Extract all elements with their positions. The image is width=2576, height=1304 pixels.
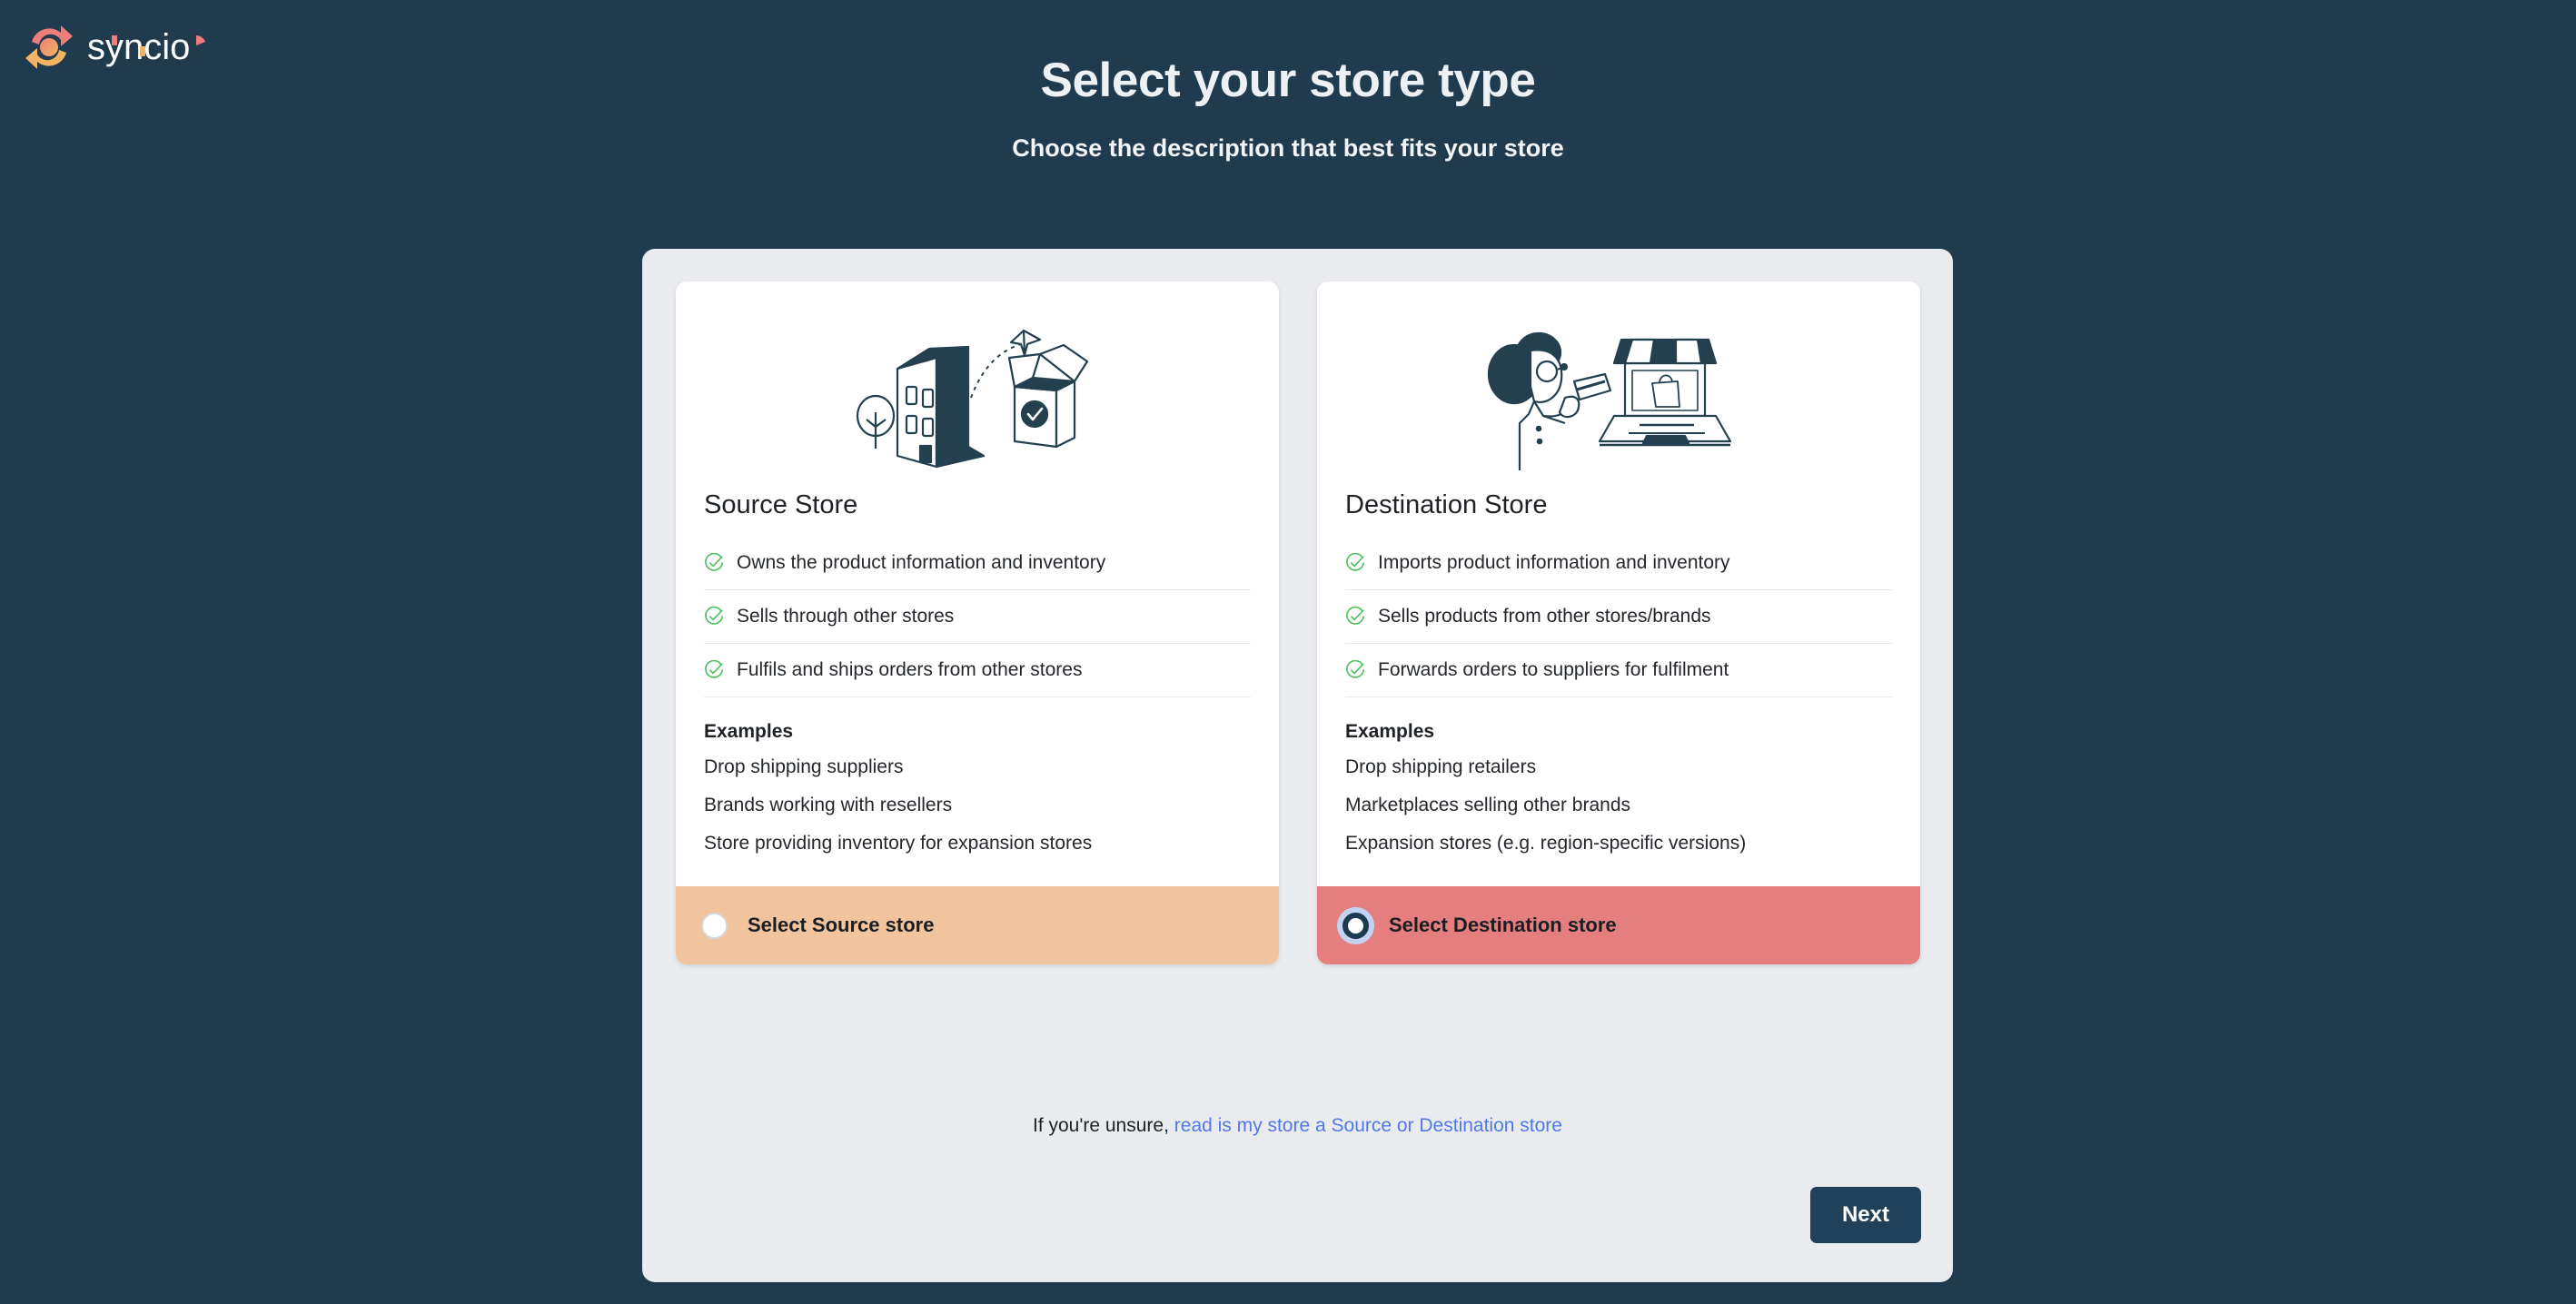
destination-card-heading: Destination Store	[1345, 490, 1548, 519]
example-item: Drop shipping retailers	[1345, 756, 1537, 777]
page-title: Select your store type	[1040, 54, 1536, 107]
feature-label: Imports product information and inventor…	[1378, 552, 1730, 573]
select-source-store-label: Select Source store	[748, 914, 935, 936]
next-button-row: Next	[1809, 1187, 1921, 1243]
example-item: Expansion stores (e.g. region-specific v…	[1345, 833, 1747, 854]
destination-card-body: Destination Store Imports product inform…	[1317, 479, 1920, 886]
store-cards-container: Source Store Owns the product informatio…	[676, 282, 1920, 964]
green-circle-check-icon	[705, 660, 723, 678]
source-store-illustration	[676, 282, 1279, 479]
helper-prefix: If you're unsure,	[1033, 1115, 1169, 1136]
page-subtitle: Choose the description that best fits yo…	[1012, 134, 1564, 163]
source-examples-title: Examples	[704, 721, 794, 742]
green-circle-check-icon	[1346, 660, 1364, 678]
select-destination-store-label: Select Destination store	[1389, 914, 1617, 936]
feature-label: Sells products from other stores/brands	[1378, 606, 1711, 627]
example-item: Marketplaces selling other brands	[1345, 795, 1630, 815]
feature-label: Owns the product information and invento…	[737, 552, 1106, 573]
example-item: Store providing inventory for expansion …	[704, 833, 1093, 854]
feature-item: Fulfils and ships orders from other stor…	[704, 644, 1251, 697]
store-type-panel: Source Store Owns the product informatio…	[642, 249, 1953, 1282]
green-circle-check-icon	[1346, 553, 1364, 571]
green-circle-check-icon	[705, 607, 723, 625]
feature-label: Sells through other stores	[737, 606, 955, 627]
feature-item: Sells products from other stores/brands	[1345, 590, 1892, 644]
feature-label: Forwards orders to suppliers for fulfilm…	[1378, 659, 1729, 680]
example-item: Brands working with resellers	[704, 795, 953, 815]
next-button[interactable]: Next	[1809, 1187, 1921, 1243]
shopper-and-laptop-storefront-illustration	[1487, 331, 1732, 470]
helper-text: If you're unsure, read is my store a Sou…	[642, 1115, 1953, 1137]
example-item: Drop shipping suppliers	[704, 756, 904, 777]
feature-item: Owns the product information and invento…	[704, 537, 1251, 590]
source-card-body: Source Store Owns the product informatio…	[676, 479, 1279, 886]
source-card-heading: Source Store	[704, 490, 858, 519]
feature-item: Forwards orders to suppliers for fulfilm…	[1345, 644, 1892, 697]
green-circle-check-icon	[1346, 607, 1364, 625]
building-and-package-illustration	[856, 329, 1089, 468]
destination-feature-list: Imports product information and inventor…	[1345, 537, 1892, 697]
destination-store-illustration	[1317, 282, 1920, 479]
feature-item: Sells through other stores	[704, 590, 1251, 644]
select-source-store-row[interactable]: Select Source store	[676, 886, 1279, 964]
page-header: Select your store type Choose the descri…	[0, 54, 2576, 163]
radio-unselected-icon[interactable]	[701, 912, 728, 939]
store-type-help-link[interactable]: read is my store a Source or Destination…	[1174, 1115, 1562, 1136]
feature-label: Fulfils and ships orders from other stor…	[737, 659, 1083, 680]
store-card-source[interactable]: Source Store Owns the product informatio…	[676, 282, 1279, 964]
source-feature-list: Owns the product information and invento…	[704, 537, 1251, 697]
destination-examples-title: Examples	[1345, 721, 1435, 742]
feature-item: Imports product information and inventor…	[1345, 537, 1892, 590]
select-destination-store-row[interactable]: Select Destination store	[1317, 886, 1920, 964]
green-circle-check-icon	[705, 553, 723, 571]
store-card-destination[interactable]: Destination Store Imports product inform…	[1317, 282, 1920, 964]
radio-selected-icon[interactable]	[1342, 912, 1369, 939]
